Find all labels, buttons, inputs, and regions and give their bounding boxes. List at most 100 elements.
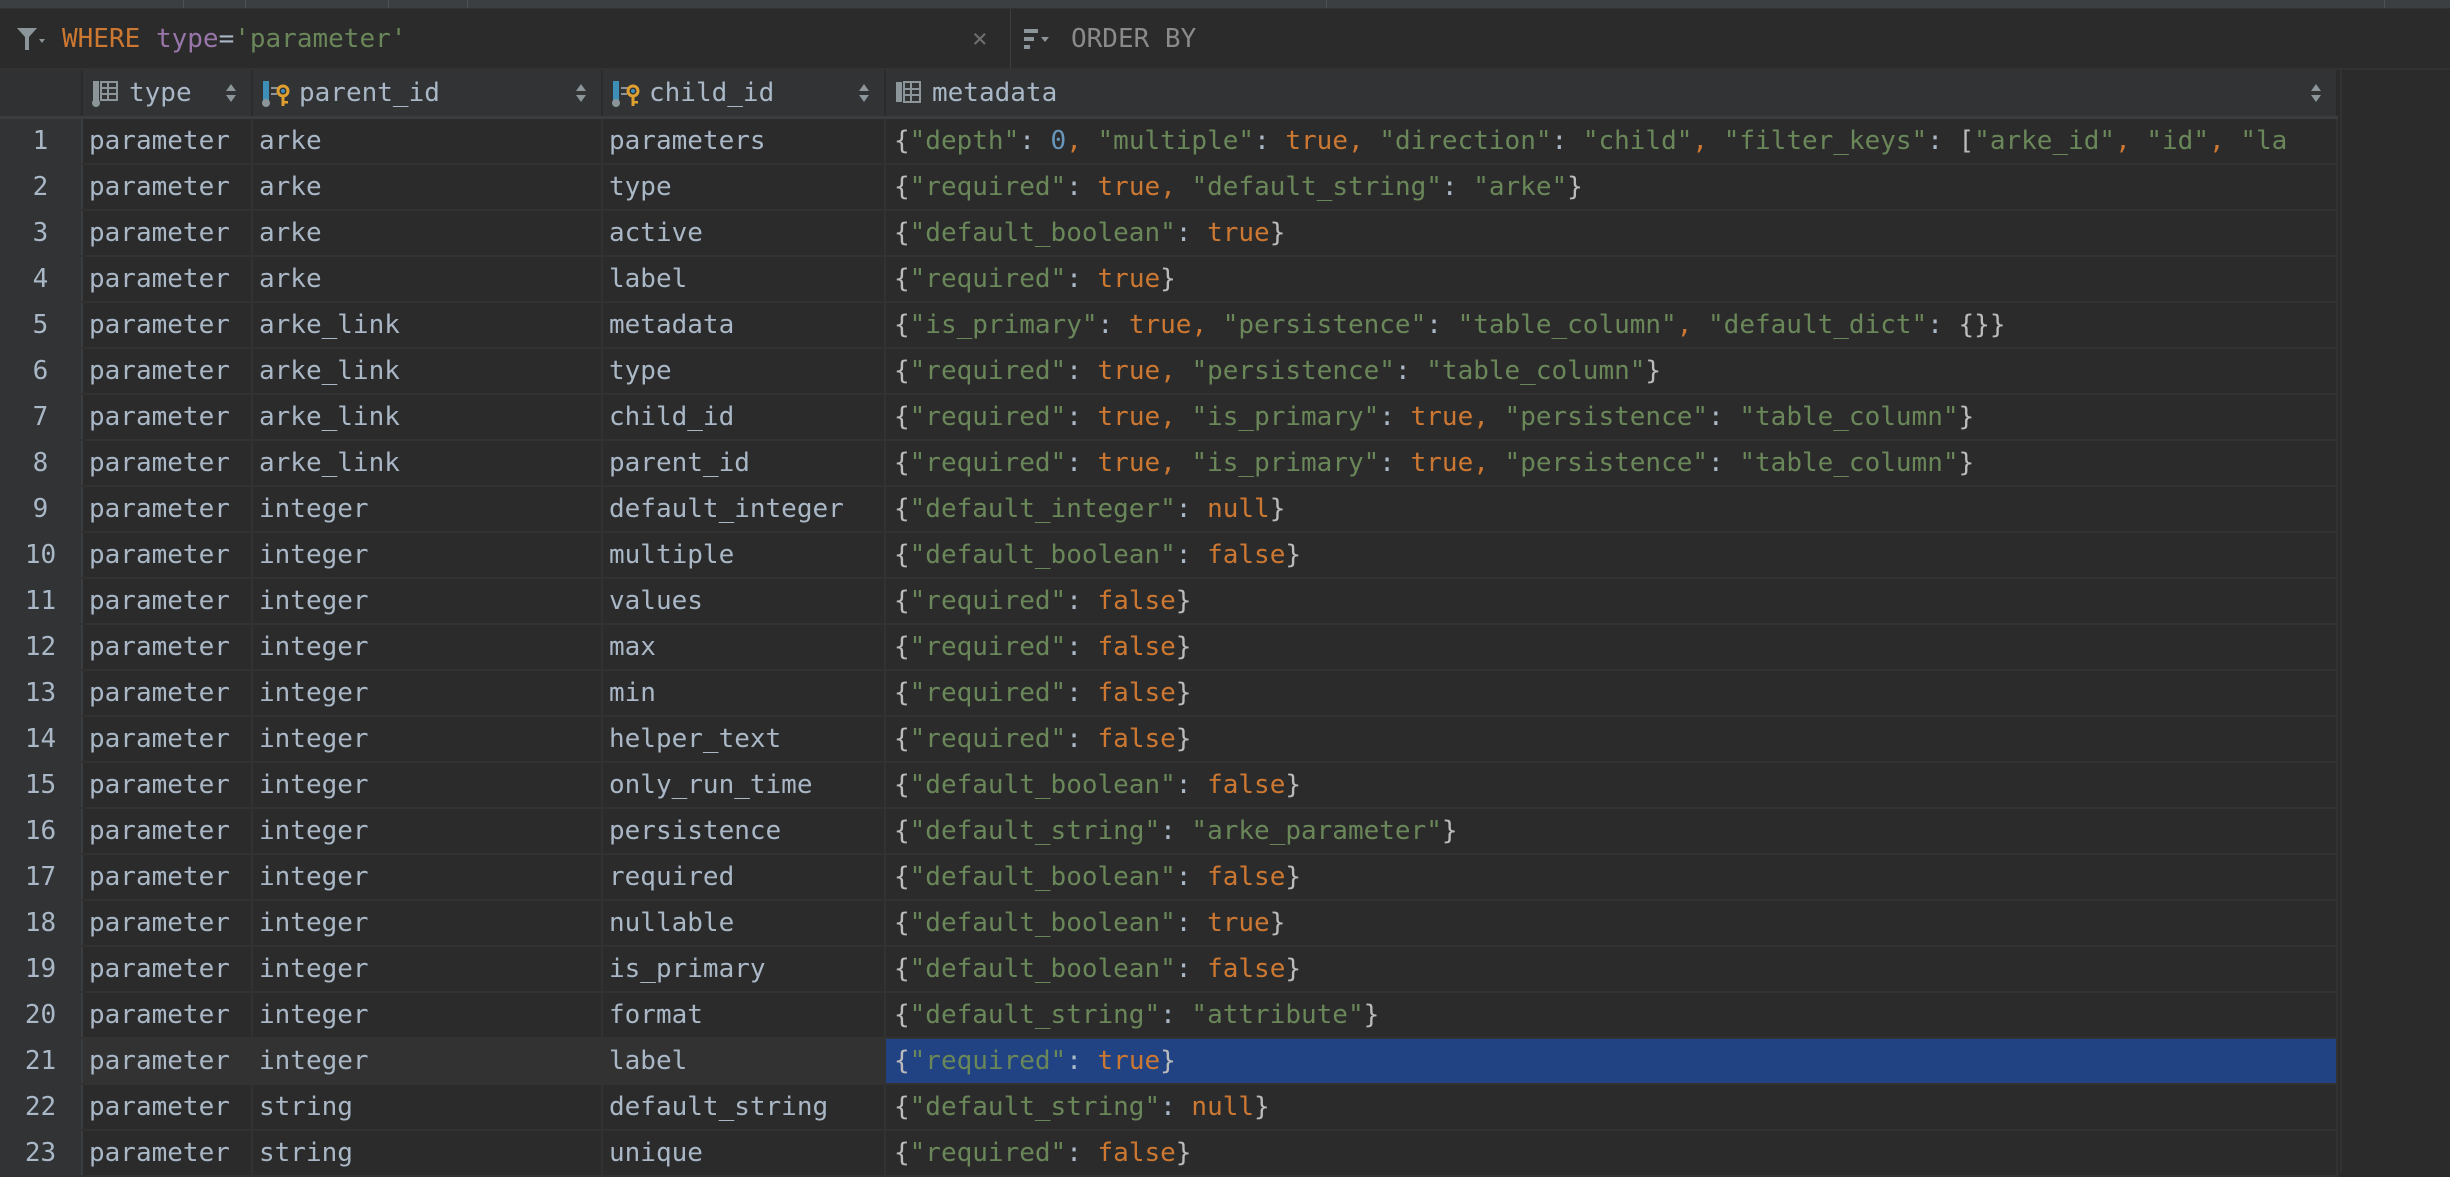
- cell-parent-id[interactable]: arke_link: [253, 349, 603, 393]
- cell-child-id[interactable]: required: [603, 855, 886, 899]
- cell-type[interactable]: parameter: [83, 119, 253, 163]
- cell-child-id[interactable]: default_string: [603, 1085, 886, 1129]
- row-number[interactable]: 5: [0, 303, 83, 347]
- row-number[interactable]: 18: [0, 901, 83, 945]
- filter-icon[interactable]: [16, 27, 46, 51]
- row-number-header[interactable]: [0, 70, 83, 116]
- cell-parent-id[interactable]: integer: [253, 809, 603, 853]
- cell-metadata[interactable]: {"is_primary": true, "persistence": "tab…: [886, 303, 2338, 347]
- cell-metadata[interactable]: {"required": false}: [886, 579, 2338, 623]
- cell-metadata[interactable]: {"required": false}: [886, 625, 2338, 669]
- cell-type[interactable]: parameter: [83, 1039, 253, 1083]
- cell-child-id[interactable]: unique: [603, 1131, 886, 1175]
- clear-filter-button[interactable]: ×: [972, 23, 988, 55]
- table-row[interactable]: 18 parameter integer nullable {"default_bool…: [0, 901, 2338, 947]
- row-number[interactable]: 17: [0, 855, 83, 899]
- row-number[interactable]: 4: [0, 257, 83, 301]
- cell-child-id[interactable]: is_primary: [603, 947, 886, 991]
- cell-child-id[interactable]: format: [603, 993, 886, 1037]
- cell-metadata[interactable]: {"default_string": "arke_parameter"}: [886, 809, 2338, 853]
- row-number[interactable]: 19: [0, 947, 83, 991]
- row-number[interactable]: 13: [0, 671, 83, 715]
- cell-parent-id[interactable]: integer: [253, 671, 603, 715]
- cell-parent-id[interactable]: arke_link: [253, 395, 603, 439]
- cell-type[interactable]: parameter: [83, 579, 253, 623]
- table-row[interactable]: 9 parameter integer default_integer {"defaul…: [0, 487, 2338, 533]
- cell-metadata[interactable]: {"default_boolean": false}: [886, 855, 2338, 899]
- cell-type[interactable]: parameter: [83, 257, 253, 301]
- cell-parent-id[interactable]: arke_link: [253, 303, 603, 347]
- row-number[interactable]: 7: [0, 395, 83, 439]
- row-number[interactable]: 20: [0, 993, 83, 1037]
- row-number[interactable]: 11: [0, 579, 83, 623]
- cell-metadata[interactable]: {"required": false}: [886, 671, 2338, 715]
- row-number[interactable]: 12: [0, 625, 83, 669]
- table-row[interactable]: 20 parameter integer format {"default_string…: [0, 993, 2338, 1039]
- cell-metadata[interactable]: {"required": true, "is_primary": true, "…: [886, 441, 2338, 485]
- cell-parent-id[interactable]: arke_link: [253, 441, 603, 485]
- table-row[interactable]: 5 parameter arke_link metadata {"is_primary"…: [0, 303, 2338, 349]
- row-number[interactable]: 8: [0, 441, 83, 485]
- cell-child-id[interactable]: only_run_time: [603, 763, 886, 807]
- table-row[interactable]: 3 parameter arke active {"default_boolean": …: [0, 211, 2338, 257]
- cell-type[interactable]: parameter: [83, 717, 253, 761]
- cell-child-id[interactable]: persistence: [603, 809, 886, 853]
- cell-metadata[interactable]: {"required": true, "is_primary": true, "…: [886, 395, 2338, 439]
- cell-parent-id[interactable]: arke: [253, 165, 603, 209]
- cell-child-id[interactable]: label: [603, 257, 886, 301]
- cell-parent-id[interactable]: integer: [253, 579, 603, 623]
- row-number[interactable]: 6: [0, 349, 83, 393]
- table-row[interactable]: 13 parameter integer min {"required": false}: [0, 671, 2338, 717]
- where-filter-input[interactable]: WHERE type='parameter' ×: [0, 9, 1011, 68]
- cell-metadata[interactable]: {"default_string": "attribute"}: [886, 993, 2338, 1037]
- sort-lines-icon[interactable]: [1023, 27, 1053, 51]
- sort-toggle-icon[interactable]: [575, 82, 587, 104]
- cell-type[interactable]: parameter: [83, 1131, 253, 1175]
- cell-metadata[interactable]: {"required": false}: [886, 717, 2338, 761]
- cell-parent-id[interactable]: integer: [253, 1039, 603, 1083]
- cell-metadata[interactable]: {"depth": 0, "multiple": true, "directio…: [886, 119, 2338, 163]
- cell-metadata[interactable]: {"default_boolean": false}: [886, 533, 2338, 577]
- cell-parent-id[interactable]: integer: [253, 763, 603, 807]
- cell-metadata[interactable]: {"default_string": null}: [886, 1085, 2338, 1129]
- row-number[interactable]: 22: [0, 1085, 83, 1129]
- cell-parent-id[interactable]: integer: [253, 901, 603, 945]
- table-row[interactable]: 22 parameter string default_string {"default…: [0, 1085, 2338, 1131]
- cell-type[interactable]: parameter: [83, 533, 253, 577]
- cell-parent-id[interactable]: integer: [253, 993, 603, 1037]
- cell-parent-id[interactable]: arke: [253, 257, 603, 301]
- cell-parent-id[interactable]: integer: [253, 533, 603, 577]
- cell-type[interactable]: parameter: [83, 855, 253, 899]
- cell-child-id[interactable]: min: [603, 671, 886, 715]
- row-number[interactable]: 21: [0, 1039, 83, 1083]
- cell-child-id[interactable]: active: [603, 211, 886, 255]
- cell-metadata[interactable]: {"required": true, "default_string": "ar…: [886, 165, 2338, 209]
- table-row[interactable]: 15 parameter integer only_run_time {"default…: [0, 763, 2338, 809]
- column-header-type[interactable]: type: [83, 70, 253, 116]
- table-row[interactable]: 14 parameter integer helper_text {"required"…: [0, 717, 2338, 763]
- cell-parent-id[interactable]: integer: [253, 947, 603, 991]
- cell-child-id[interactable]: parameters: [603, 119, 886, 163]
- order-by-input[interactable]: ORDER BY: [1011, 9, 2450, 68]
- table-row[interactable]: 7 parameter arke_link child_id {"required": …: [0, 395, 2338, 441]
- row-number[interactable]: 23: [0, 1131, 83, 1175]
- column-header-parent-id[interactable]: parent_id: [253, 70, 603, 116]
- cell-type[interactable]: parameter: [83, 349, 253, 393]
- cell-child-id[interactable]: type: [603, 165, 886, 209]
- cell-metadata[interactable]: {"required": false}: [886, 1131, 2338, 1175]
- cell-type[interactable]: parameter: [83, 395, 253, 439]
- table-row[interactable]: 17 parameter integer required {"default_bool…: [0, 855, 2338, 901]
- cell-child-id[interactable]: max: [603, 625, 886, 669]
- sort-toggle-icon[interactable]: [225, 82, 237, 104]
- row-number[interactable]: 10: [0, 533, 83, 577]
- cell-type[interactable]: parameter: [83, 809, 253, 853]
- cell-child-id[interactable]: nullable: [603, 901, 886, 945]
- cell-parent-id[interactable]: string: [253, 1085, 603, 1129]
- row-number[interactable]: 15: [0, 763, 83, 807]
- cell-parent-id[interactable]: integer: [253, 487, 603, 531]
- cell-parent-id[interactable]: arke: [253, 119, 603, 163]
- sort-toggle-icon[interactable]: [2310, 82, 2322, 104]
- row-number[interactable]: 16: [0, 809, 83, 853]
- table-row[interactable]: 11 parameter integer values {"required": fal…: [0, 579, 2338, 625]
- cell-parent-id[interactable]: arke: [253, 211, 603, 255]
